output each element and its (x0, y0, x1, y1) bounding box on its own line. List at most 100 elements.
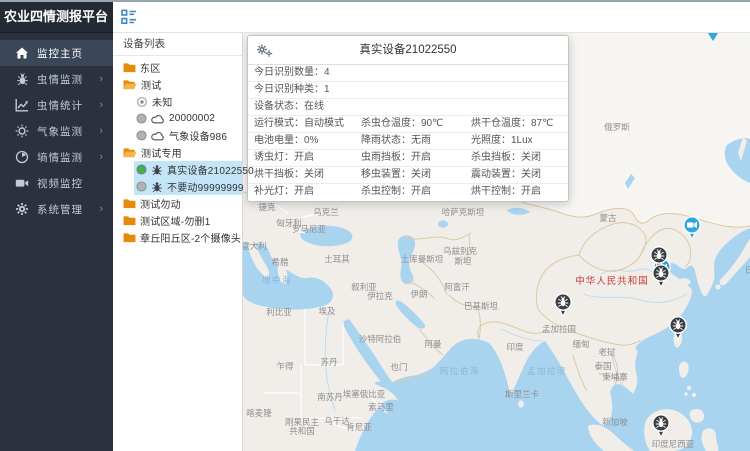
map-label: 南苏丹 (317, 392, 343, 402)
sidebar-item-label: 气象监测 (37, 124, 83, 139)
map-label: 巴基斯坦 (464, 301, 499, 311)
tree-device[interactable]: 未知 (113, 93, 242, 110)
popup-field: 移虫装置：关闭 (361, 167, 471, 183)
bug-icon (151, 164, 163, 176)
map-label: 利比亚 (266, 307, 292, 317)
popup-detail-row: 电池电量：0%降雨状态：无雨光照度：1Lux (248, 133, 568, 150)
popup-stat-row: 今日识别种类：1 (248, 82, 568, 99)
sidebar-item-label: 虫情监测 (37, 72, 83, 87)
folder-closed-icon (123, 232, 136, 243)
device-label: 测试勿动 (140, 196, 181, 211)
popup-detail-row: 运行模式：自动模式杀虫仓温度：90℃烘干仓温度：87℃ (248, 116, 568, 133)
settings-gears-icon[interactable] (256, 43, 273, 63)
map-label: 乍得 (276, 361, 294, 371)
device-list-title: 设备列表 (113, 33, 242, 56)
device-label: 东区 (140, 60, 160, 75)
folder-open-icon (123, 147, 137, 158)
popup-field: 烘干挡板：关闭 (254, 167, 361, 183)
map-area[interactable]: 俄罗斯蒙古中华人民共和国哈萨克斯坦乌克兰捷克匈牙利罗马尼亚意大利希腊地中海土耳其… (243, 33, 750, 451)
tree-folder[interactable]: 测试区域-勿删1 (113, 212, 242, 229)
map-label: 中华人民共和国 (575, 275, 649, 287)
app-title: 农业四情测报平台 (0, 0, 113, 33)
bug-icon (15, 72, 29, 86)
tree-device[interactable]: 真实设备21022550 (113, 161, 242, 178)
tree-folder[interactable]: 测试专用 (113, 144, 242, 161)
popup-field: 杀虫仓温度：90℃ (361, 116, 471, 132)
folder-open-icon (123, 79, 137, 90)
map-label: 索马里 (368, 402, 394, 412)
popup-header: 真实设备21022550 (248, 36, 568, 65)
gear-icon (15, 202, 29, 216)
sidebar-item-label: 虫情统计 (37, 98, 83, 113)
map-label: 捷克 (258, 202, 276, 212)
sidebar-item-soil-monitor[interactable]: 墒情监测› (0, 144, 113, 170)
device-label: 真实设备21022550 (167, 162, 254, 177)
popup-field: 烘干控制：开启 (471, 184, 568, 201)
map-label: 孟加拉湾 (527, 366, 567, 376)
status-dot-green (136, 164, 147, 175)
map-label: 喀麦隆 (246, 408, 272, 418)
popup-field: 补光灯：开启 (254, 184, 361, 201)
map-label: 罗马尼亚 (292, 224, 327, 234)
popup-status-row: 设备状态：在线 (248, 99, 568, 116)
sidebar-item-label: 系统管理 (37, 202, 83, 217)
home-icon (15, 46, 29, 60)
video-icon (15, 176, 29, 190)
chevron-right-icon: › (99, 100, 103, 111)
status-dot-gray (136, 130, 147, 141)
map-label: 伊朗 (410, 289, 427, 299)
tree-device[interactable]: 气象设备986 (113, 127, 242, 144)
popup-field: 诱虫灯：开启 (254, 150, 361, 166)
sidebar-item-video-monitor[interactable]: 视频监控 (0, 170, 113, 196)
map-label: 也门 (390, 362, 407, 372)
map-label: 阿富汗 (444, 282, 470, 292)
sidebar-item-system-manage[interactable]: 系统管理 › (0, 196, 113, 222)
sidebar-item-label: 视频监控 (37, 176, 83, 191)
map-label: 埃及 (318, 306, 336, 316)
popup-body: 今日识别数量：4今日识别种类：1设备状态：在线运行模式：自动模式杀虫仓温度：90… (248, 65, 568, 201)
popup-stat-row: 今日识别数量：4 (248, 65, 568, 82)
map-label: 希腊 (271, 257, 289, 267)
map-label: 孟加拉国 (542, 324, 576, 334)
device-tree-toggle-icon[interactable] (121, 9, 137, 25)
map-label: 缅甸 (572, 339, 589, 349)
tree-device[interactable]: 20000002 (113, 110, 242, 127)
map-label: 土库曼斯坦 (401, 254, 444, 264)
map-label: 印度尼西亚 (652, 439, 695, 449)
map-label: 地中海 (262, 275, 292, 285)
device-tree: 东区测试未知20000002气象设备986测试专用真实设备21022550不要动… (113, 56, 242, 246)
chevron-right-icon: › (99, 204, 103, 215)
popup-field: 电池电量：0% (254, 133, 361, 149)
tree-folder[interactable]: 测试勿动 (113, 195, 242, 212)
sidebar-item-insect-monitor[interactable]: 虫情监测 › (0, 66, 113, 92)
weather-icon (15, 124, 29, 138)
window-top-edge (0, 0, 750, 2)
tree-device[interactable]: 不要动99999999 (113, 178, 242, 195)
popup-field: 杀虫控制：开启 (361, 184, 471, 201)
geo-icon (136, 96, 148, 108)
map-label: 乌克兰 (313, 207, 339, 217)
map-label: 阿曼 (424, 339, 442, 349)
map-label: 土耳其 (324, 254, 350, 264)
popup-field: 烘干仓温度：87℃ (471, 116, 568, 132)
sidebar-item-home[interactable]: 监控主页 (0, 40, 113, 66)
map-label: 乌兹别克 (443, 246, 478, 256)
map-label: 肯尼亚 (346, 422, 372, 432)
cloud-icon (151, 131, 165, 141)
map-label: 沙特阿拉伯 (359, 334, 402, 344)
popup-field: 震动装置：关闭 (471, 167, 568, 183)
map-label: 共和国 (289, 426, 315, 436)
device-list-panel: 设备列表 东区测试未知20000002气象设备986测试专用真实设备210225… (113, 33, 243, 451)
sidebar-item-insect-stats[interactable]: 虫情统计 › (0, 92, 113, 118)
chevron-right-icon: › (99, 74, 103, 85)
tree-folder[interactable]: 测试 (113, 76, 242, 93)
chevron-right-icon: › (99, 126, 103, 137)
top-header (113, 2, 750, 33)
tree-folder[interactable]: 东区 (113, 59, 242, 76)
device-info-popup: 真实设备21022550 今日识别数量：4今日识别种类：1设备状态：在线运行模式… (247, 35, 569, 202)
tree-folder[interactable]: 章丘阳丘区-2个摄像头 (113, 229, 242, 246)
folder-closed-icon (123, 215, 136, 226)
status-dot-gray (136, 113, 147, 124)
sidebar-item-weather-monitor[interactable]: 气象监测 › (0, 118, 113, 144)
device-label: 未知 (152, 94, 172, 109)
